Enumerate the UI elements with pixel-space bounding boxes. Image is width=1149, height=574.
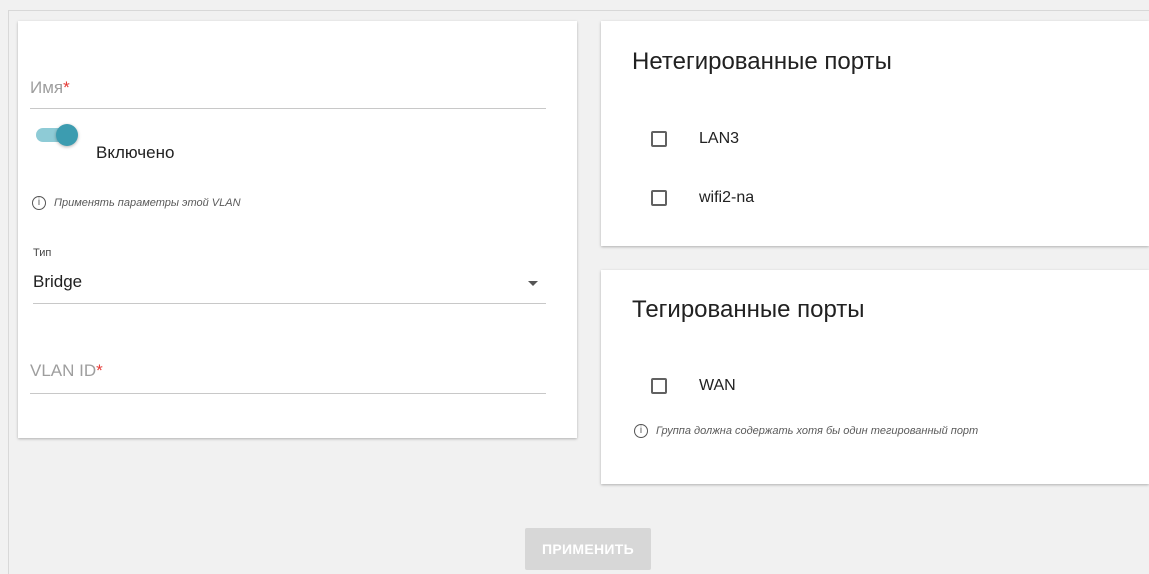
required-mark: * [96,361,103,380]
port-checkbox-lan3[interactable]: LAN3 [651,130,739,148]
content-frame-top-border [8,10,1149,11]
checkbox-icon[interactable] [651,378,667,394]
port-checkbox-wifi2-na[interactable]: wifi2-na [651,189,754,207]
vlan-id-field[interactable]: VLAN ID* [30,340,546,394]
type-label: Тип [33,247,52,259]
port-label: wifi2-na [699,189,755,206]
checkbox-icon[interactable] [651,131,667,147]
port-label: WAN [699,377,736,394]
untagged-ports-title: Нетегированные порты [632,48,892,75]
vlan-id-placeholder: VLAN ID* [30,361,103,380]
checkbox-icon[interactable] [651,190,667,206]
enabled-toggle-label: Включено [96,143,175,162]
info-icon: i [634,424,648,438]
required-mark: * [63,78,70,97]
dropdown-caret-icon [528,281,538,286]
name-field[interactable]: Имя* [30,62,546,109]
enabled-hint: i Применять параметры этой VLAN [32,196,241,210]
enabled-toggle[interactable] [36,122,80,146]
type-select-value: Bridge [33,272,83,291]
info-icon: i [32,196,46,210]
tagged-ports-title: Тегированные порты [632,296,865,323]
content-frame-left-border [8,10,9,574]
port-label: LAN3 [699,130,740,147]
name-field-placeholder: Имя* [30,78,70,97]
type-select[interactable]: Bridge [33,265,546,304]
tagged-ports-hint-text: Группа должна содержать хотя бы один тег… [656,425,979,437]
toggle-knob [56,124,78,146]
tagged-ports-hint: i Группа должна содержать хотя бы один т… [634,424,978,438]
apply-button[interactable]: ПРИМЕНИТЬ [525,528,651,570]
enabled-hint-text: Применять параметры этой VLAN [54,197,241,209]
port-checkbox-wan[interactable]: WAN [651,377,736,395]
